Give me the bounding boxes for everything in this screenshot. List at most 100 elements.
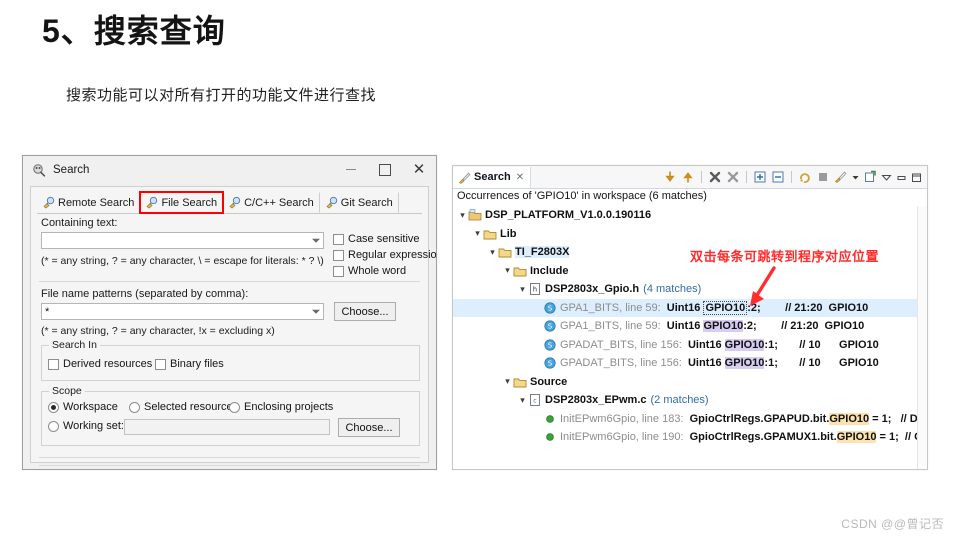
- containing-text-hint: (* = any string, ? = any character, \ = …: [41, 255, 324, 267]
- regular-expression-checkbox[interactable]: Regular expression: [333, 249, 437, 261]
- tree-node-label: DSP_PLATFORM_V1.0.0.190116: [485, 209, 652, 222]
- c-file-icon: c: [528, 393, 542, 407]
- scope-workspace-radio[interactable]: Workspace: [48, 401, 118, 413]
- search-tab-icon: [42, 196, 55, 209]
- match-highlight: GPIO10: [703, 320, 744, 333]
- scope-selected-resources-radio[interactable]: Selected resources: [129, 401, 238, 413]
- chevron-down-icon[interactable]: ▾: [502, 265, 513, 276]
- tab-label: C/C++ Search: [244, 196, 314, 209]
- checkbox-label: Regular expression: [348, 249, 437, 261]
- search-match-row[interactable]: S GPA1_BITS, line 59: Uint16 GPIO10:2; //…: [453, 317, 918, 336]
- tab-file-search[interactable]: File Search: [139, 191, 225, 214]
- tab-c-cpp-search[interactable]: C/C++ Search: [223, 192, 320, 213]
- radio-icon: [48, 401, 59, 413]
- minimize-view-icon[interactable]: [895, 169, 908, 185]
- remove-selected-matches-icon[interactable]: [707, 169, 723, 185]
- search-match-row[interactable]: InitEPwm6Gpio, line 190: GpioCtrlRegs.GP…: [453, 428, 918, 447]
- tree-node-label: DSP2803x_Gpio.h: [545, 283, 640, 296]
- match-text-segment: // 21:20 GPIO10: [756, 320, 865, 333]
- tree-node-row[interactable]: ▾ Lib: [453, 225, 918, 244]
- chevron-down-icon[interactable]: ▾: [502, 376, 513, 387]
- match-text-segment: :2;: [743, 320, 757, 333]
- tab-label: File Search: [161, 196, 218, 209]
- close-icon[interactable]: ✕: [402, 156, 436, 183]
- file-patterns-input[interactable]: *: [41, 303, 324, 320]
- search-match-row[interactable]: InitEPwm6Gpio, line 183: GpioCtrlRegs.GP…: [453, 410, 918, 429]
- maximize-view-icon[interactable]: [910, 169, 923, 185]
- match-text-segment: Uint16: [687, 338, 725, 351]
- view-menu-icon[interactable]: [880, 169, 893, 185]
- next-match-icon[interactable]: [662, 169, 678, 185]
- checkbox-icon: [48, 358, 59, 370]
- show-previous-searches-icon[interactable]: [833, 169, 849, 185]
- match-count-label: (4 matches): [643, 283, 702, 296]
- tab-git-search[interactable]: Git Search: [320, 192, 399, 213]
- pin-search-view-icon[interactable]: [862, 169, 878, 185]
- vertical-scrollbar[interactable]: [917, 206, 927, 469]
- choose-file-patterns-button[interactable]: Choose...: [334, 302, 396, 321]
- view-toolbar: [662, 166, 923, 188]
- remove-all-matches-icon[interactable]: [725, 169, 741, 185]
- checkbox-label: Binary files: [170, 358, 224, 370]
- close-icon[interactable]: ✕: [516, 172, 524, 183]
- radio-label: Working set:: [63, 420, 124, 432]
- choose-working-set-button[interactable]: Choose...: [338, 418, 400, 437]
- folder-icon: [513, 375, 527, 389]
- whole-word-checkbox[interactable]: Whole word: [333, 265, 406, 277]
- containing-text-input[interactable]: [41, 232, 324, 249]
- toolbar-separator: [746, 171, 747, 183]
- chevron-down-icon[interactable]: ▾: [517, 284, 528, 295]
- minimize-icon[interactable]: [334, 156, 368, 183]
- chevron-down-icon[interactable]: [312, 238, 320, 243]
- view-tabbar: Search ✕: [453, 166, 927, 189]
- tree-node-row[interactable]: ▾ Source: [453, 373, 918, 392]
- folder-icon: [498, 245, 512, 259]
- chevron-down-icon[interactable]: ▾: [487, 247, 498, 258]
- tree-node-row[interactable]: ▾ h DSP2803x_Gpio.h (4 matches): [453, 280, 918, 299]
- tree-node-row[interactable]: ▾ c DSP2803x_EPwm.c (2 matches): [453, 391, 918, 410]
- svg-text:S: S: [548, 360, 553, 368]
- chevron-down-icon[interactable]: [312, 309, 320, 314]
- tab-remote-search[interactable]: Remote Search: [37, 192, 141, 213]
- search-in-title: Search In: [49, 339, 100, 351]
- derived-resources-checkbox[interactable]: Derived resources: [48, 358, 152, 370]
- form-divider: [39, 281, 420, 282]
- file-patterns-hint: (* = any string, ? = any character, !x =…: [41, 325, 275, 337]
- tab-search-results[interactable]: Search ✕: [453, 166, 532, 188]
- chevron-down-icon[interactable]: ▾: [457, 210, 468, 221]
- tree-node-row[interactable]: ▾ DSP_PLATFORM_V1.0.0.190116: [453, 206, 918, 225]
- collapse-all-icon[interactable]: [770, 169, 786, 185]
- search-tab-icon: [145, 196, 158, 209]
- chevron-down-icon[interactable]: ▾: [472, 228, 483, 239]
- chevron-down-icon[interactable]: ▾: [517, 395, 528, 406]
- svg-text:S: S: [548, 341, 553, 349]
- case-sensitive-checkbox[interactable]: Case sensitive: [333, 233, 420, 245]
- search-match-row[interactable]: S GPADAT_BITS, line 156: Uint16 GPIO10:1;…: [453, 336, 918, 355]
- tree-node-label: Include: [530, 264, 569, 277]
- scope-enclosing-projects-radio[interactable]: Enclosing projects: [229, 401, 333, 413]
- search-match-row[interactable]: S GPADAT_BITS, line 156: Uint16 GPIO10:1;…: [453, 354, 918, 373]
- svg-text:S: S: [548, 323, 553, 331]
- expand-all-icon[interactable]: [752, 169, 768, 185]
- dialog-window-buttons: ✕: [334, 156, 436, 183]
- bottom-divider-2: [39, 465, 420, 466]
- working-set-input[interactable]: [124, 419, 330, 435]
- search-dialog: Search ✕ Remote Search File Search C/C++…: [22, 155, 437, 470]
- tree-node-label: TI_F2803X: [515, 246, 570, 259]
- run-current-search-icon[interactable]: [797, 169, 813, 185]
- binary-files-checkbox[interactable]: Binary files: [155, 358, 224, 370]
- folder-icon: [483, 227, 497, 241]
- radio-label: Workspace: [63, 401, 118, 413]
- bottom-divider-1: [39, 457, 420, 458]
- previous-match-icon[interactable]: [680, 169, 696, 185]
- scope-group: Scope Workspace Selected resources Enclo…: [41, 385, 420, 446]
- cancel-search-icon[interactable]: [815, 169, 831, 185]
- file-patterns-label: File name patterns (separated by comma):: [41, 288, 249, 300]
- scope-working-set-radio[interactable]: Working set:: [48, 420, 124, 432]
- search-match-row[interactable]: S GPA1_BITS, line 59: Uint16 GPIO10:2; //…: [453, 298, 918, 317]
- maximize-icon[interactable]: [368, 156, 402, 183]
- menu-dropdown-icon[interactable]: [851, 169, 860, 185]
- match-text-segment: // 10 GPIO10: [777, 338, 879, 351]
- checkbox-label: Case sensitive: [348, 233, 420, 245]
- radio-label: Selected resources: [144, 401, 239, 413]
